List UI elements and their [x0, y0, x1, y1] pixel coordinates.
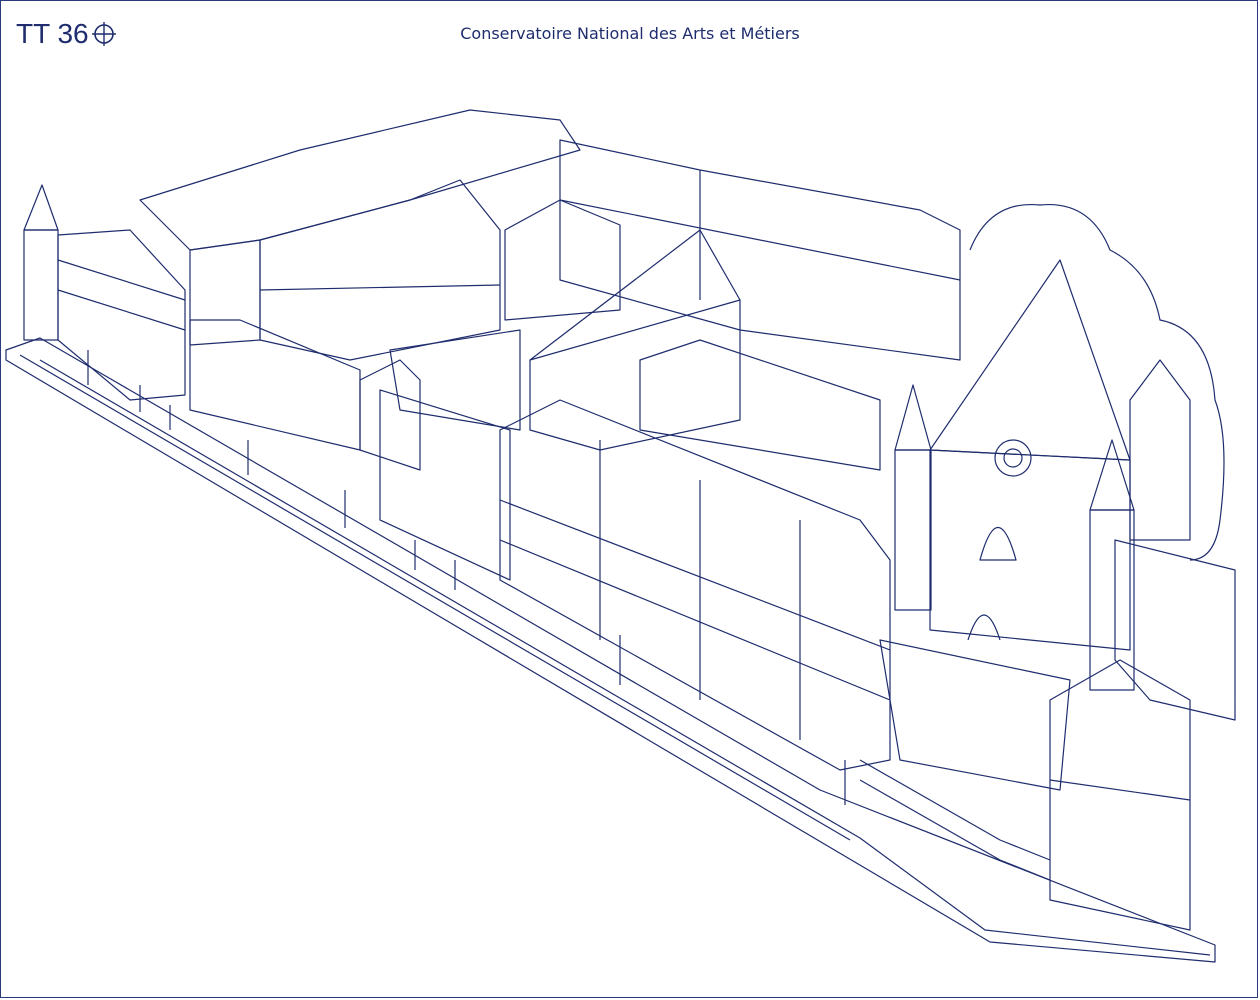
main-courtyard	[389, 329, 521, 431]
right-courtyard	[879, 539, 1236, 931]
street-lamps	[87, 350, 846, 805]
trees	[969, 203, 1225, 561]
street-outline	[5, 337, 1216, 963]
inner-wing	[639, 339, 881, 471]
church	[894, 259, 1191, 691]
left-tower	[23, 184, 186, 401]
railing-fence	[859, 759, 1051, 881]
north-wing	[139, 109, 581, 361]
central-chapel	[504, 199, 741, 451]
building-illustration	[5, 109, 1236, 963]
